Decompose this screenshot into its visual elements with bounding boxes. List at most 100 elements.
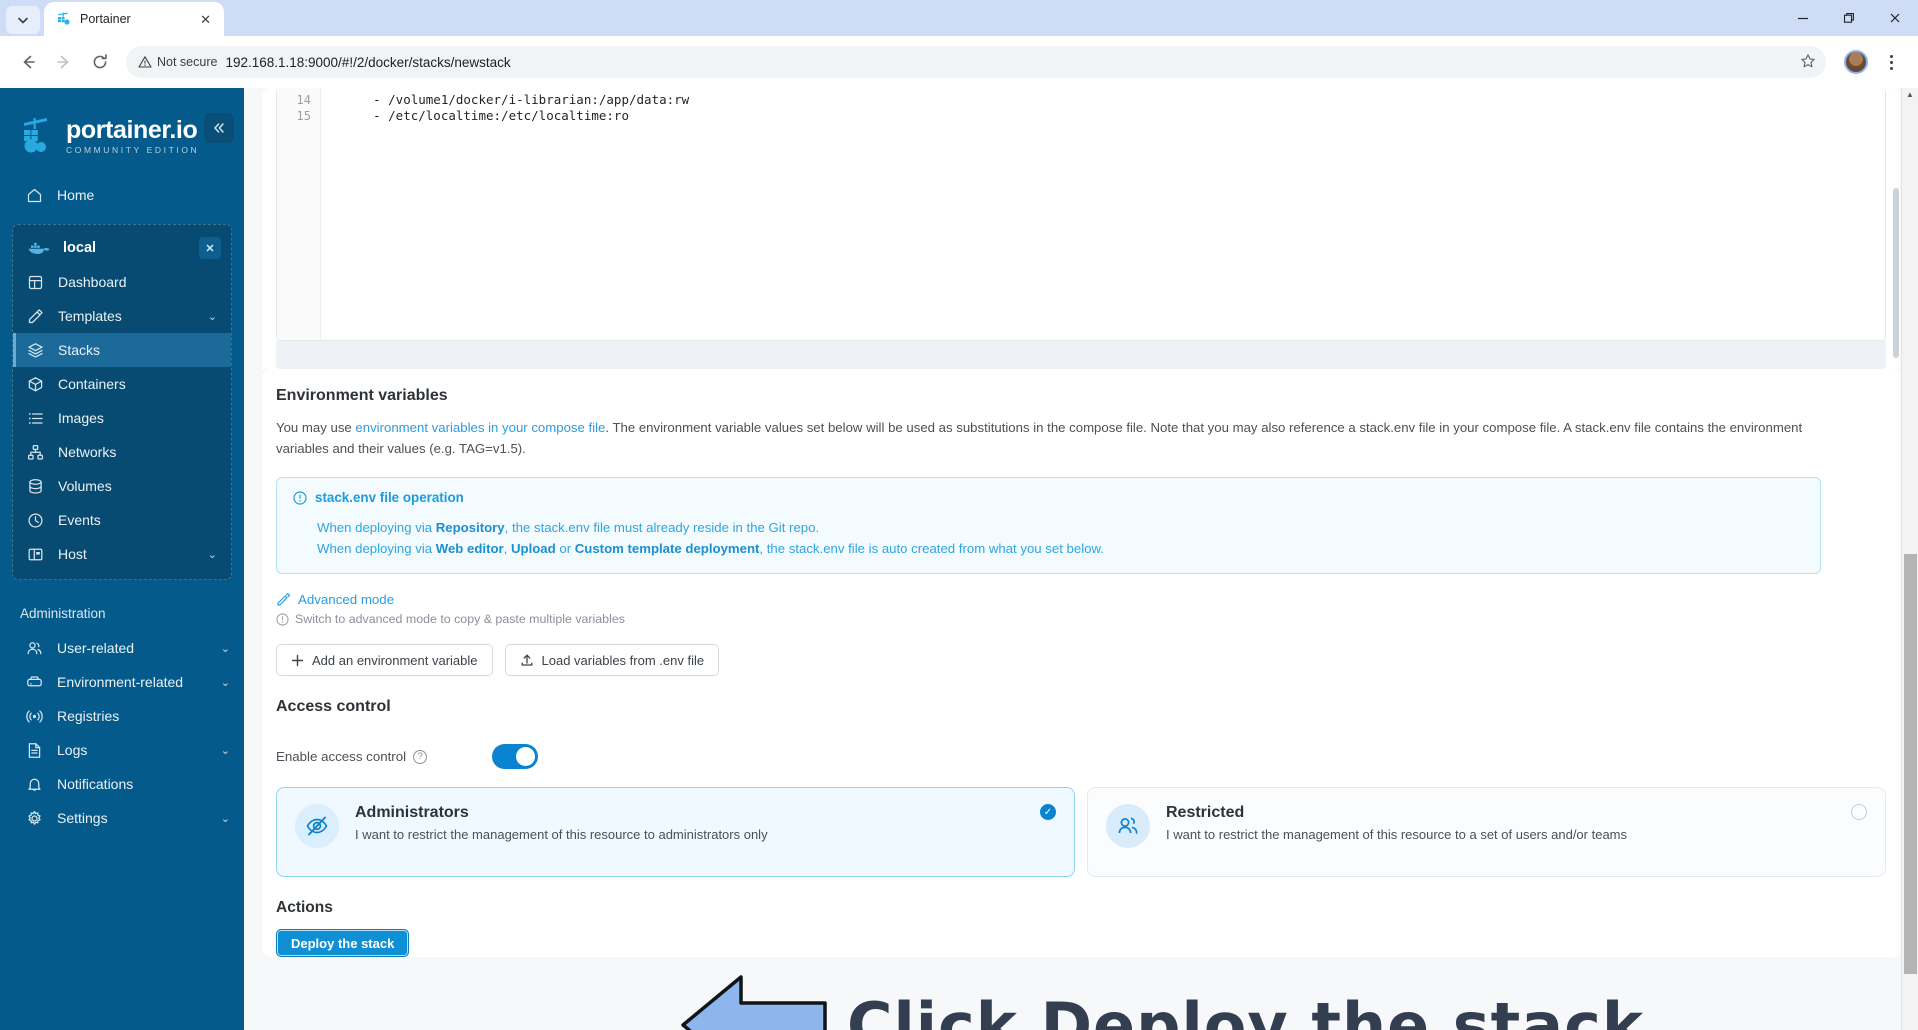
sidebar-item-label: Volumes <box>58 478 112 494</box>
editor-line-blank <box>343 157 1885 173</box>
sidebar-item-images[interactable]: Images <box>13 401 231 435</box>
access-option-restricted[interactable]: Restricted I want to restrict the manage… <box>1087 787 1886 877</box>
host-icon <box>28 548 43 560</box>
editor-line-text: - /etc/localtime:/etc/localtime:ro <box>343 108 629 124</box>
home-icon <box>26 187 43 204</box>
window-controls <box>1780 0 1918 36</box>
sidebar-item-registries[interactable]: Registries <box>0 699 244 733</box>
compose-editor[interactable]: 14 15 - /volume1/docker/i-librarian:/app/… <box>276 88 1886 341</box>
eye-off-icon <box>295 804 339 848</box>
sidebar-item-containers[interactable]: Containers <box>13 367 231 401</box>
access-option-administrators[interactable]: Administrators I want to restrict the ma… <box>276 787 1075 877</box>
editor-line-number-blank <box>277 206 320 222</box>
images-icon <box>27 410 44 427</box>
profile-avatar[interactable] <box>1844 50 1868 74</box>
sidebar-item-notifications[interactable]: Notifications <box>0 767 244 801</box>
sidebar-item-volumes[interactable]: Volumes <box>13 469 231 503</box>
deploy-the-stack-button[interactable]: Deploy the stack <box>276 929 410 957</box>
reload-button[interactable] <box>84 46 116 78</box>
info-circle-icon <box>293 490 307 505</box>
sidebar-item-label: Notifications <box>57 776 134 792</box>
info-box-line-1: When deploying via Repository, the stack… <box>317 517 1804 538</box>
env-vars-title: Environment variables <box>276 387 448 404</box>
sidebar-item-label: Host <box>58 546 87 562</box>
back-button[interactable] <box>12 46 44 78</box>
editor-line-blank <box>343 304 1885 320</box>
users-icon <box>27 641 42 654</box>
events-clock-icon <box>28 512 43 528</box>
chevron-down-icon[interactable]: ⌄ <box>208 310 217 323</box>
minimize-icon <box>1798 17 1808 20</box>
logo-subtitle: COMMUNITY EDITION <box>66 144 200 155</box>
sidebar-item-label: Settings <box>57 810 108 826</box>
sidebar-item-environment-related[interactable]: Environment-related ⌄ <box>0 665 244 699</box>
bell-icon <box>26 776 43 793</box>
sidebar-item-logs[interactable]: Logs ⌄ <box>0 733 244 767</box>
sidebar-collapse-button[interactable] <box>204 113 234 143</box>
info-circle-icon <box>276 612 289 626</box>
access-control-options: Administrators I want to restrict the ma… <box>276 787 1886 877</box>
chevron-down-icon[interactable]: ⌄ <box>221 642 230 655</box>
sidebar-item-label: Stacks <box>58 342 101 358</box>
tab-search-button[interactable] <box>6 6 40 34</box>
sidebar-item-templates[interactable]: Templates ⌄ <box>13 299 231 333</box>
chevron-down-icon[interactable]: ⌄ <box>221 676 230 689</box>
sidebar-item-host[interactable]: Host ⌄ <box>13 537 231 571</box>
scroll-up-arrow-icon[interactable]: ▲ <box>1902 90 1918 99</box>
sidebar-environment-close-icon[interactable]: ✕ <box>199 237 221 259</box>
chevron-down-icon[interactable]: ⌄ <box>208 548 217 561</box>
page-scrollbar[interactable]: ▲ <box>1901 88 1918 1030</box>
info-l2-b: Web editor <box>435 541 504 556</box>
window-maximize-button[interactable] <box>1826 0 1872 36</box>
host-icon <box>27 546 44 563</box>
sidebar-item-stacks[interactable]: Stacks <box>13 333 231 367</box>
add-environment-variable-button[interactable]: Add an environment variable <box>276 644 493 676</box>
sidebar-item-label: Home <box>57 187 95 203</box>
info-box-title-row: stack.env file operation <box>293 490 1804 505</box>
window-close-button[interactable] <box>1872 0 1918 36</box>
check-circle-icon[interactable]: ✓ <box>1040 804 1056 820</box>
scrollbar-thumb[interactable] <box>1904 554 1917 974</box>
enable-access-control-label: Enable access control <box>276 749 407 764</box>
sidebar-environment-header[interactable]: local ✕ <box>13 231 231 265</box>
editor-line-blank <box>343 222 1885 238</box>
gear-icon <box>26 810 43 827</box>
add-environment-variable-label: Add an environment variable <box>312 652 478 668</box>
info-box-body: When deploying via Repository, the stack… <box>317 517 1804 559</box>
sidebar-item-networks[interactable]: Networks <box>13 435 231 469</box>
enable-access-control-switch[interactable] <box>492 744 538 769</box>
advanced-mode-toggle[interactable]: Advanced mode <box>276 592 1886 607</box>
question-mark-icon[interactable]: ? <box>413 749 428 764</box>
sidebar-item-user-related[interactable]: User-related ⌄ <box>0 631 244 665</box>
advanced-mode-note-label: Switch to advanced mode to copy & paste … <box>295 612 625 626</box>
sidebar-item-dashboard[interactable]: Dashboard <box>13 265 231 299</box>
compose-env-vars-link[interactable]: environment variables in your compose fi… <box>355 420 605 435</box>
chevron-down-icon[interactable]: ⌄ <box>221 744 230 757</box>
sidebar-environment-label: local <box>63 240 97 256</box>
actions-title: Actions <box>276 899 333 916</box>
window-minimize-button[interactable] <box>1780 0 1826 36</box>
security-indicator[interactable]: Not secure <box>138 55 217 69</box>
editor-line-blank <box>343 288 1885 304</box>
editor-inner-scrollbar[interactable] <box>1893 188 1899 358</box>
editor-line-number: 14 <box>296 93 311 107</box>
chevron-down-icon <box>18 17 28 24</box>
browser-tab[interactable]: Portainer ✕ <box>44 2 224 36</box>
radio-empty-icon[interactable] <box>1851 804 1867 820</box>
info-l2-a: When deploying via <box>317 541 436 556</box>
sidebar-item-home[interactable]: Home <box>0 178 244 212</box>
portainer-favicon <box>56 11 72 27</box>
kebab-menu-icon[interactable] <box>1876 47 1906 77</box>
main-content: 14 15 - /volume1/docker/i-librarian:/app/… <box>244 88 1918 1030</box>
tab-close-icon[interactable]: ✕ <box>197 11 214 28</box>
sidebar-item-settings[interactable]: Settings ⌄ <box>0 801 244 835</box>
sidebar-item-events[interactable]: Events <box>13 503 231 537</box>
sidebar-item-label: Dashboard <box>58 274 127 290</box>
chevron-down-icon[interactable]: ⌄ <box>221 812 230 825</box>
access-control-toggle-row: Enable access control ? <box>276 744 1886 769</box>
forward-button[interactable] <box>48 46 80 78</box>
load-variables-from-env-file-button[interactable]: Load variables from .env file <box>504 644 720 676</box>
bookmark-star-icon[interactable] <box>1800 53 1816 72</box>
editor-code-area[interactable]: - /volume1/docker/i-librarian:/app/data:… <box>321 88 1885 340</box>
address-bar[interactable]: Not secure 192.168.1.18:9000/#!/2/docker… <box>126 46 1826 78</box>
